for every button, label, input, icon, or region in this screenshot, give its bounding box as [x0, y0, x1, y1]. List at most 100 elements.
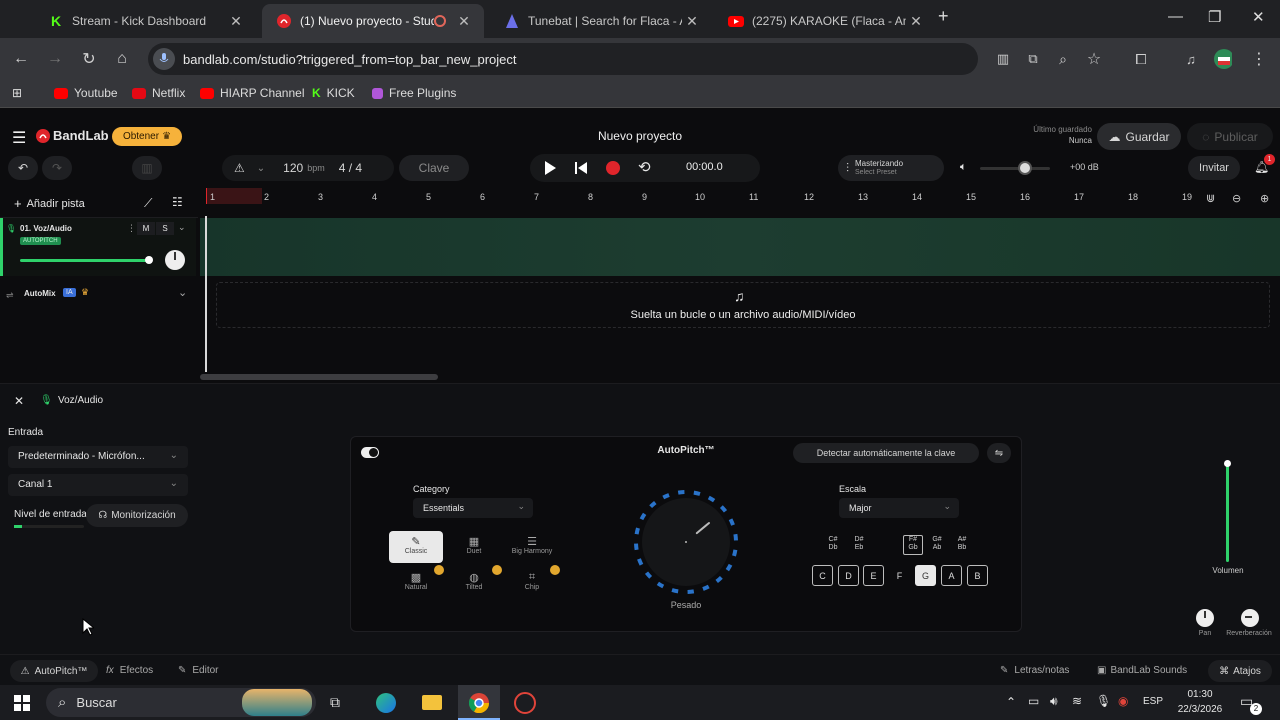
tempo-value[interactable]: 120: [283, 161, 303, 175]
preset-duet[interactable]: ▦ Duet: [447, 531, 501, 563]
forward-icon[interactable]: →: [46, 50, 64, 68]
tab-autopitch[interactable]: ⚠ AutoPitch™: [10, 660, 98, 682]
home-icon[interactable]: ⌂: [113, 50, 131, 68]
address-bar[interactable]: bandlab.com/studio?triggered_from=top_ba…: [148, 43, 978, 75]
apps-grid-icon[interactable]: ⊞: [12, 86, 22, 100]
key-a[interactable]: A: [941, 565, 962, 586]
metronome-panel-icon[interactable]: ▥: [132, 156, 162, 180]
tab-effects[interactable]: fx Efectos: [106, 665, 153, 676]
microphone-tray-icon[interactable]: 🎙︎: [1096, 694, 1111, 708]
wifi-icon[interactable]: ≋: [1072, 694, 1082, 708]
track-lane-voz-audio[interactable]: [200, 218, 1280, 276]
install-app-icon[interactable]: ⧉: [1024, 50, 1042, 68]
bookmark-kick[interactable]: K KICK: [312, 86, 355, 100]
bookmark-youtube[interactable]: Youtube: [54, 86, 118, 100]
network-icon[interactable]: ▭: [1028, 694, 1039, 708]
bookmark-netflix[interactable]: Netflix: [132, 86, 185, 100]
key-f[interactable]: F: [889, 565, 910, 586]
time-signature[interactable]: 4 / 4: [339, 161, 362, 175]
language-indicator[interactable]: ESP: [1143, 696, 1163, 707]
site-info-icon[interactable]: [153, 48, 175, 70]
close-tab-icon[interactable]: ✕: [906, 13, 926, 30]
automix-label[interactable]: AutoMix: [24, 289, 56, 298]
preset-classic[interactable]: ✎ Classic: [389, 531, 443, 563]
snap-magnet-icon[interactable]: ⋓: [1206, 192, 1215, 205]
playhead[interactable]: [205, 216, 207, 372]
mastering-button[interactable]: ⫶ Masterizando Select Preset: [838, 155, 944, 181]
task-view-icon[interactable]: ⧉: [330, 694, 340, 711]
chevron-down-icon[interactable]: ⌄: [178, 222, 186, 233]
volume-icon[interactable]: 🔊︎: [1050, 694, 1058, 709]
key-f-sharp[interactable]: F# Gb: [903, 535, 923, 555]
key-e[interactable]: E: [863, 565, 884, 586]
hamburger-menu-icon[interactable]: ☰: [12, 128, 26, 148]
zoom-out-icon[interactable]: ⊖: [1232, 192, 1241, 205]
back-icon[interactable]: ←: [12, 50, 30, 68]
key-c[interactable]: C: [812, 565, 833, 586]
bandlab-logo[interactable]: BandLab: [36, 128, 109, 143]
invite-button[interactable]: Invitar: [1188, 156, 1240, 180]
tab-bandlab-studio[interactable]: (1) Nuevo proyecto - Studio ✕: [262, 4, 484, 38]
bookmark-hiarp-channel[interactable]: HIARP Channel: [200, 86, 305, 100]
pan-knob[interactable]: [1196, 609, 1214, 627]
volume-fader-thumb[interactable]: [1224, 460, 1231, 467]
obs-icon[interactable]: [514, 692, 536, 714]
master-volume-thumb[interactable]: [1018, 161, 1032, 175]
recording-tray-icon[interactable]: ◉: [1118, 694, 1128, 708]
more-menu-icon[interactable]: ⋮: [1250, 50, 1268, 68]
track-pan-knob[interactable]: [165, 250, 185, 270]
key-b[interactable]: B: [967, 565, 988, 586]
tab-youtube-karaoke[interactable]: (2275) KARAOKE (Flaca - Andr ✕: [714, 4, 936, 38]
key-g[interactable]: G: [915, 565, 936, 586]
settings-sliders-icon[interactable]: ⇋: [987, 443, 1011, 463]
media-control-icon[interactable]: ♫: [1182, 50, 1200, 68]
tab-editor[interactable]: ✎ Editor: [178, 665, 219, 676]
minimize-icon[interactable]: —: [1168, 8, 1183, 25]
preset-big-harmony[interactable]: ☰ Big Harmony: [505, 531, 559, 563]
new-tab-icon[interactable]: +: [938, 6, 949, 27]
track-volume-slider[interactable]: [20, 259, 150, 262]
record-button[interactable]: [606, 161, 620, 175]
key-c-sharp[interactable]: C# Db: [823, 536, 843, 552]
save-button[interactable]: ☁ Guardar: [1097, 123, 1181, 150]
chevron-down-icon[interactable]: ⌄: [257, 163, 265, 174]
track-name[interactable]: 01. Voz/Audio: [20, 224, 72, 233]
close-tab-icon[interactable]: ✕: [226, 13, 246, 30]
key-button[interactable]: Clave: [399, 155, 469, 181]
edge-icon[interactable]: [376, 693, 396, 713]
filter-icon[interactable]: ☷: [172, 195, 183, 209]
reading-mode-icon[interactable]: ▥: [994, 50, 1012, 68]
clock-date[interactable]: 22/3/2026: [1170, 704, 1230, 715]
redo-button[interactable]: ↷: [42, 156, 72, 180]
master-volume-slider[interactable]: [980, 167, 1050, 170]
tab-shortcuts[interactable]: ⌘ Atajos: [1208, 660, 1272, 682]
bookmark-free-plugins[interactable]: Free Plugins: [372, 86, 456, 100]
solo-button[interactable]: S: [156, 222, 174, 235]
key-d-sharp[interactable]: D# Eb: [849, 536, 869, 552]
tab-tunebat[interactable]: Tunebat | Search for Flaca - An ✕: [490, 4, 712, 38]
show-hidden-icons[interactable]: ⌃: [1006, 695, 1016, 709]
input-device-select[interactable]: Predeterminado - Micrófon... ⌄: [8, 446, 188, 468]
tab-kick-dashboard[interactable]: K Stream - Kick Dashboard ✕: [34, 4, 256, 38]
chevron-down-icon[interactable]: ⌄: [178, 286, 187, 299]
clock-time[interactable]: 01:30: [1176, 689, 1224, 700]
bookmark-star-icon[interactable]: ☆: [1085, 50, 1103, 68]
horizontal-scrollbar[interactable]: [200, 374, 438, 380]
close-tab-icon[interactable]: ✕: [454, 13, 474, 30]
get-membership-button[interactable]: Obtener ♛: [112, 127, 182, 146]
file-explorer-icon[interactable]: [422, 695, 442, 710]
key-g-sharp[interactable]: G# Ab: [927, 536, 947, 552]
maximize-icon[interactable]: ❐: [1208, 8, 1221, 26]
play-icon[interactable]: [543, 160, 557, 176]
channel-select[interactable]: Canal 1 ⌄: [8, 474, 188, 496]
speaker-icon[interactable]: 🔈︎: [960, 161, 967, 174]
project-title[interactable]: Nuevo proyecto: [560, 129, 720, 143]
key-a-sharp[interactable]: A# Bb: [952, 536, 972, 552]
taskbar-search[interactable]: ⌕ Buscar: [46, 688, 316, 717]
detect-key-button[interactable]: Detectar automáticamente la clave: [793, 443, 979, 463]
autopitch-toggle[interactable]: [361, 447, 379, 458]
windows-start-icon[interactable]: [14, 695, 30, 711]
zoom-in-icon[interactable]: ⊕: [1260, 192, 1269, 205]
tab-bandlab-sounds[interactable]: ▣ BandLab Sounds: [1097, 665, 1187, 676]
mute-button[interactable]: M: [137, 222, 155, 235]
